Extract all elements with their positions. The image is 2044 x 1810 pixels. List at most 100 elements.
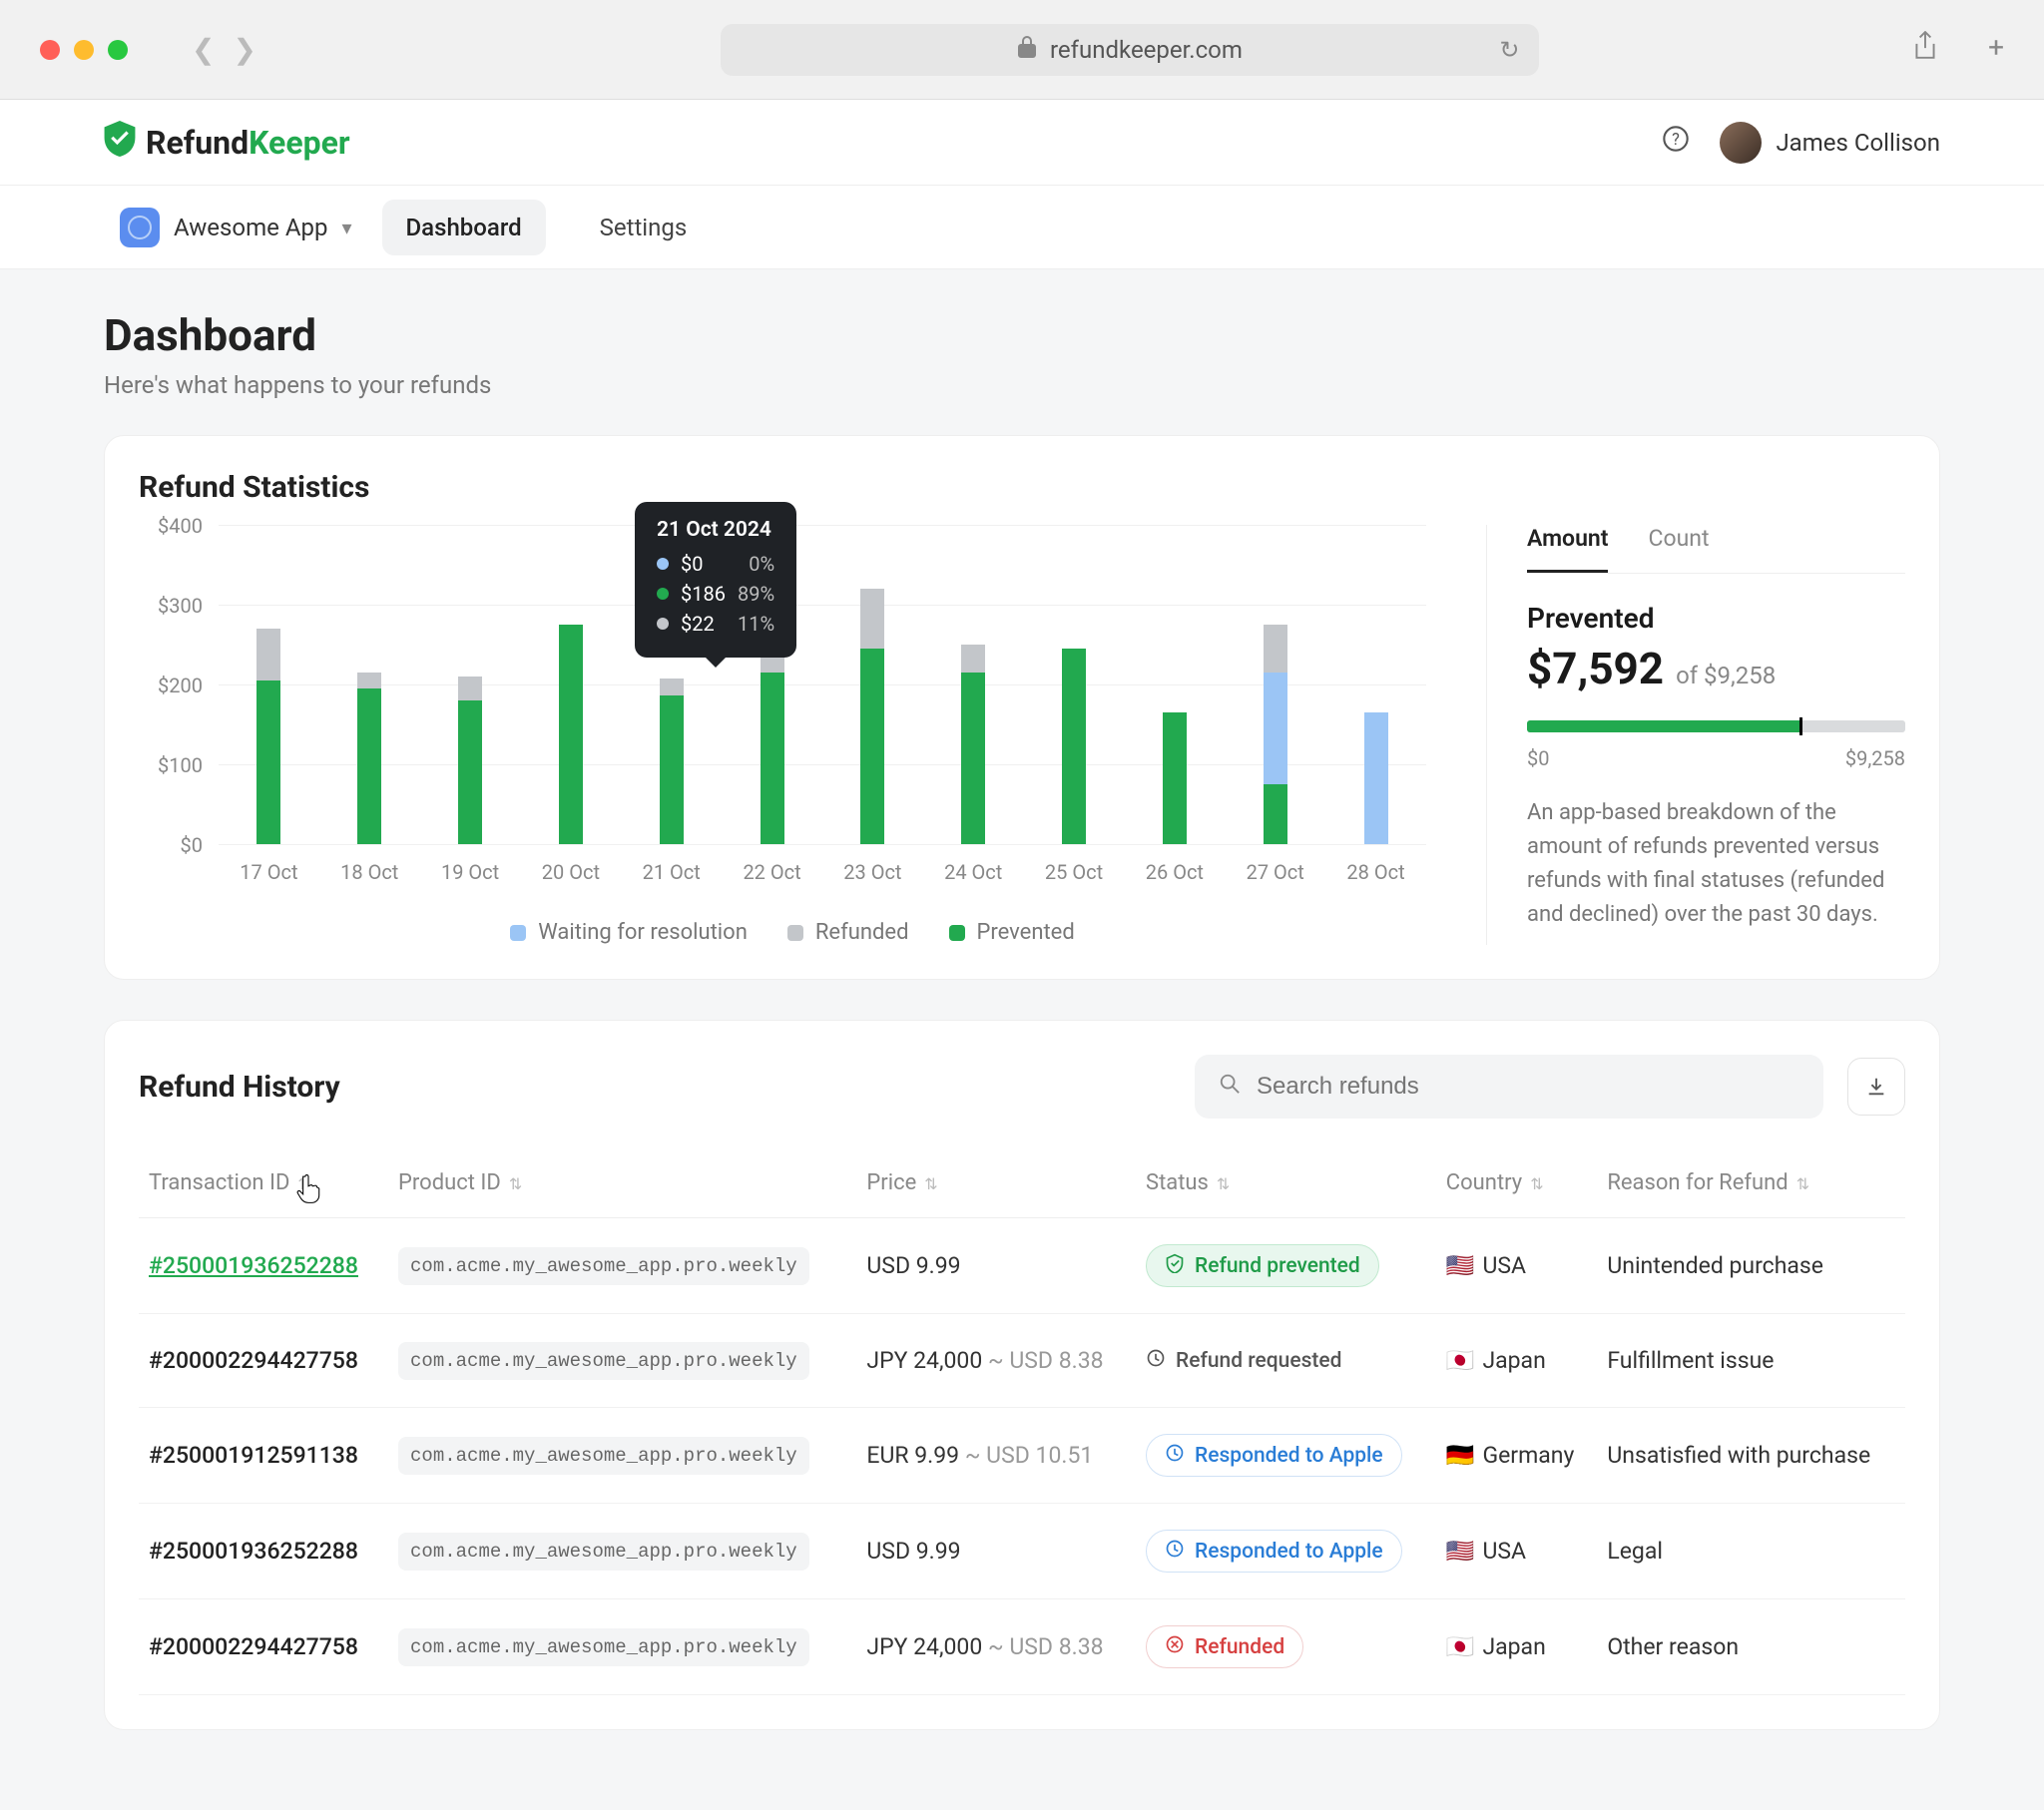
- legend-waiting: Waiting for resolution: [538, 920, 748, 945]
- x-tick-label: 21 Oct: [621, 860, 722, 884]
- x-tick-label: 17 Oct: [219, 860, 319, 884]
- page-subtitle: Here's what happens to your refunds: [104, 371, 1940, 399]
- transaction-id-link[interactable]: #200002294427758: [149, 1633, 358, 1660]
- bar-slot[interactable]: [420, 525, 521, 844]
- y-tick-label: $0: [131, 833, 203, 857]
- transaction-id-link[interactable]: #250001936252288: [149, 1252, 358, 1279]
- forward-button[interactable]: ❯: [233, 33, 256, 66]
- window-close[interactable]: [40, 40, 60, 60]
- x-tick-label: 26 Oct: [1124, 860, 1225, 884]
- bar-slot[interactable]: [923, 525, 1024, 844]
- country-cell: 🇺🇸USA: [1436, 1218, 1598, 1314]
- bar-slot[interactable]: [822, 525, 923, 844]
- price-cell: JPY 24,000 ~ USD 8.38: [856, 1599, 1136, 1695]
- prevented-amount: $7,592: [1527, 643, 1664, 694]
- bar-slot[interactable]: [1325, 525, 1426, 844]
- col-transaction-id[interactable]: Transaction ID⇅: [139, 1148, 388, 1218]
- search-refunds[interactable]: [1195, 1055, 1823, 1119]
- x-tick-label: 22 Oct: [722, 860, 822, 884]
- back-button[interactable]: ❮: [192, 33, 215, 66]
- range-max: $9,258: [1845, 746, 1905, 770]
- history-title: Refund History: [139, 1070, 340, 1105]
- app-name: Awesome App: [174, 214, 327, 241]
- reason-cell: Unsatisfied with purchase: [1597, 1408, 1905, 1504]
- lock-icon: [1018, 36, 1036, 64]
- y-tick-label: $200: [131, 674, 203, 697]
- col-price[interactable]: Price⇅: [856, 1148, 1136, 1218]
- window-zoom[interactable]: [108, 40, 128, 60]
- x-tick-label: 23 Oct: [822, 860, 923, 884]
- nav-bar: Awesome App ▾ Dashboard Settings: [0, 186, 2044, 269]
- product-id-chip: com.acme.my_awesome_app.pro.weekly: [398, 1437, 809, 1475]
- prevented-of: of $9,258: [1676, 662, 1776, 689]
- stats-title: Refund Statistics: [139, 470, 1905, 505]
- tab-count[interactable]: Count: [1648, 525, 1709, 573]
- status-badge: Refund prevented: [1146, 1244, 1379, 1287]
- tab-amount[interactable]: Amount: [1527, 525, 1608, 573]
- bar-slot[interactable]: [1024, 525, 1125, 844]
- x-tick-label: 25 Oct: [1024, 860, 1125, 884]
- reload-icon[interactable]: ↻: [1499, 36, 1519, 64]
- country-cell: 🇺🇸USA: [1436, 1504, 1598, 1599]
- prevented-progress: [1527, 720, 1905, 732]
- x-tick-label: 24 Oct: [923, 860, 1024, 884]
- shield-check-icon: [104, 121, 136, 165]
- product-id-chip: com.acme.my_awesome_app.pro.weekly: [398, 1342, 809, 1380]
- product-id-chip: com.acme.my_awesome_app.pro.weekly: [398, 1247, 809, 1285]
- help-icon[interactable]: ?: [1662, 125, 1690, 160]
- refund-statistics-card: Refund Statistics $0$100$200$300$400 17 …: [104, 435, 1940, 980]
- x-tick-label: 19 Oct: [420, 860, 521, 884]
- prevented-panel: Amount Count Prevented $7,592 of $9,258 …: [1486, 525, 1905, 945]
- page-title: Dashboard: [104, 309, 1940, 361]
- bar-slot[interactable]: [319, 525, 420, 844]
- col-product-id[interactable]: Product ID⇅: [388, 1148, 856, 1218]
- refund-chart[interactable]: $0$100$200$300$400 17 Oct18 Oct19 Oct20 …: [139, 525, 1446, 945]
- window-minimize[interactable]: [74, 40, 94, 60]
- nav-dashboard[interactable]: Dashboard: [382, 200, 546, 255]
- col-status[interactable]: Status⇅: [1136, 1148, 1436, 1218]
- bar-slot[interactable]: [1124, 525, 1225, 844]
- product-id-chip: com.acme.my_awesome_app.pro.weekly: [398, 1628, 809, 1666]
- app-selector[interactable]: Awesome App ▾: [120, 208, 352, 247]
- y-tick-label: $300: [131, 594, 203, 618]
- price-cell: EUR 9.99 ~ USD 10.51: [856, 1408, 1136, 1504]
- share-icon[interactable]: [1912, 31, 1938, 68]
- legend-prevented: Prevented: [977, 920, 1075, 945]
- price-cell: JPY 24,000 ~ USD 8.38: [856, 1314, 1136, 1408]
- country-cell: 🇯🇵Japan: [1436, 1314, 1598, 1408]
- reason-cell: Fulfillment issue: [1597, 1314, 1905, 1408]
- refund-history-card: Refund History Transaction ID⇅ Product I…: [104, 1020, 1940, 1730]
- chart-tooltip: 21 Oct 2024 $00%$18689%$2211%: [635, 502, 796, 658]
- transaction-id-link[interactable]: #250001936252288: [149, 1538, 358, 1565]
- country-cell: 🇩🇪Germany: [1436, 1408, 1598, 1504]
- price-cell: USD 9.99: [856, 1504, 1136, 1599]
- x-tick-label: 28 Oct: [1325, 860, 1426, 884]
- x-tick-label: 27 Oct: [1225, 860, 1325, 884]
- bar-slot[interactable]: [520, 525, 621, 844]
- brand-suffix: Keeper: [249, 124, 350, 162]
- download-button[interactable]: [1847, 1058, 1905, 1116]
- nav-settings[interactable]: Settings: [576, 200, 712, 255]
- user-menu[interactable]: James Collison: [1720, 122, 1940, 164]
- new-tab-icon[interactable]: +: [1988, 31, 2004, 68]
- logo[interactable]: RefundKeeper: [104, 121, 350, 165]
- reason-cell: Unintended purchase: [1597, 1218, 1905, 1314]
- bar-slot[interactable]: [219, 525, 319, 844]
- search-input[interactable]: [1257, 1073, 1799, 1101]
- url-bar[interactable]: refundkeeper.com ↻: [721, 24, 1539, 76]
- col-country[interactable]: Country⇅: [1436, 1148, 1598, 1218]
- range-min: $0: [1527, 746, 1549, 770]
- avatar: [1720, 122, 1762, 164]
- status-badge: Responded to Apple: [1146, 1530, 1402, 1573]
- transaction-id-link[interactable]: #200002294427758: [149, 1347, 358, 1374]
- tooltip-date: 21 Oct 2024: [657, 518, 774, 542]
- chart-legend: Waiting for resolution Refunded Prevente…: [139, 920, 1446, 945]
- refund-history-table: Transaction ID⇅ Product ID⇅ Price⇅ Statu…: [139, 1148, 1905, 1695]
- x-tick-label: 18 Oct: [319, 860, 420, 884]
- bar-slot[interactable]: [1225, 525, 1325, 844]
- url-text: refundkeeper.com: [1050, 36, 1243, 64]
- user-name: James Collison: [1776, 129, 1940, 157]
- col-reason[interactable]: Reason for Refund⇅: [1597, 1148, 1905, 1218]
- y-tick-label: $400: [131, 514, 203, 538]
- transaction-id-link[interactable]: #250001912591138: [149, 1442, 358, 1469]
